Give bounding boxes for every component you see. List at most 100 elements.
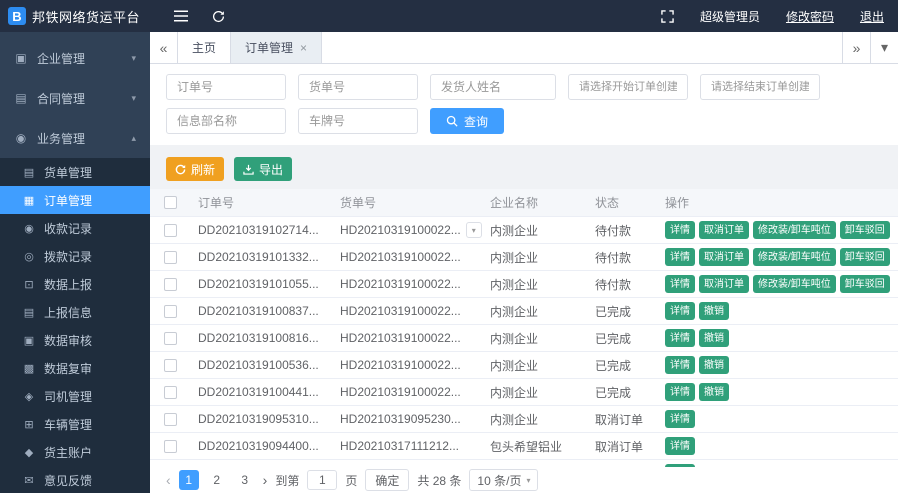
topbar: B 邦铁网络货运平台 超级管理员 修改密码 退出 xyxy=(0,0,898,32)
page-button-2[interactable]: 2 xyxy=(207,470,227,490)
company-cell: 内测企业 xyxy=(482,303,587,320)
close-icon[interactable]: × xyxy=(300,41,307,55)
change-password-link[interactable]: 修改密码 xyxy=(786,8,834,25)
goto-page-input[interactable] xyxy=(307,470,337,490)
export-button[interactable]: 导出 xyxy=(234,157,292,181)
table-row: DD20210319094400... HD20210317111212... … xyxy=(150,433,898,460)
next-page-icon[interactable]: › xyxy=(263,473,268,487)
select-all-checkbox[interactable] xyxy=(164,196,177,209)
row-checkbox[interactable] xyxy=(164,386,177,399)
detail-button[interactable]: 详情 xyxy=(665,356,695,374)
sidebar-item-waybill-management[interactable]: ▤ 货单管理 xyxy=(0,158,150,186)
sidebar-collapse-icon[interactable] xyxy=(174,10,188,22)
search-button[interactable]: 查询 xyxy=(430,108,504,134)
page-button-1[interactable]: 1 xyxy=(179,470,199,490)
company-cell: 内测企业 xyxy=(482,276,587,293)
menu-label: 企业管理 xyxy=(37,50,85,67)
revoke-button[interactable]: 撤销 xyxy=(699,329,729,347)
goto-label: 到第 xyxy=(275,472,299,489)
row-checkbox[interactable] xyxy=(164,278,177,291)
unload-reject-button[interactable]: 卸车驳回 xyxy=(840,221,890,239)
modify-tonnage-button[interactable]: 修改装/卸车吨位 xyxy=(753,248,836,266)
status-cell: 已完成 xyxy=(587,330,657,347)
sidebar-item-reported-info[interactable]: ▤ 上报信息 xyxy=(0,298,150,326)
start-time-input[interactable] xyxy=(568,74,688,100)
sidebar-item-shipper-account[interactable]: ◆ 货主账户 xyxy=(0,438,150,466)
waybill-no-cell: HD20210319100022... xyxy=(332,304,482,318)
revoke-button[interactable]: 撤销 xyxy=(699,302,729,320)
end-time-input[interactable] xyxy=(700,74,820,100)
refresh-page-icon[interactable] xyxy=(212,10,225,23)
refresh-button[interactable]: 刷新 xyxy=(166,157,224,181)
waybill-no-input[interactable] xyxy=(298,74,418,100)
info-dept-input[interactable] xyxy=(166,108,286,134)
unload-reject-button[interactable]: 卸车驳回 xyxy=(840,248,890,266)
prev-page-icon[interactable]: ‹ xyxy=(166,473,171,487)
status-cell: 待付款 xyxy=(587,276,657,293)
detail-button[interactable]: 详情 xyxy=(665,275,695,293)
row-checkbox[interactable] xyxy=(164,359,177,372)
cancel-order-button[interactable]: 取消订单 xyxy=(699,221,749,239)
tabs-scroll-left-icon[interactable]: « xyxy=(150,32,178,63)
fullscreen-icon[interactable] xyxy=(661,10,674,23)
waybill-no-cell: HD20210319100022... ▾ xyxy=(332,222,482,238)
sidebar-item-data-audit[interactable]: ▣ 数据审核 xyxy=(0,326,150,354)
sidebar-item-contract-management[interactable]: ▤ 合同管理 ▾ xyxy=(0,78,150,118)
goto-confirm-button[interactable]: 确定 xyxy=(365,469,409,491)
menu-label: 拨款记录 xyxy=(44,248,92,265)
sidebar-item-business-management[interactable]: ◉ 业务管理 ▴ xyxy=(0,118,150,158)
plate-no-input[interactable] xyxy=(298,108,418,134)
modify-tonnage-button[interactable]: 修改装/卸车吨位 xyxy=(753,221,836,239)
row-checkbox[interactable] xyxy=(164,305,177,318)
tabs-dropdown-icon[interactable]: ▾ xyxy=(870,32,898,63)
actions-cell: 详情 取消订单 修改装/卸车吨位 卸车驳回 xyxy=(657,275,898,293)
shipper-name-input[interactable] xyxy=(430,74,556,100)
tab-home[interactable]: 主页 xyxy=(178,32,231,63)
page-button-3[interactable]: 3 xyxy=(235,470,255,490)
header-waybill-no: 货单号 xyxy=(332,194,482,211)
order-no-cell: DD20210319100536... xyxy=(190,358,332,372)
row-checkbox[interactable] xyxy=(164,413,177,426)
order-no-cell: DD20210319094400... xyxy=(190,439,332,453)
sidebar-item-order-management[interactable]: ▦ 订单管理 xyxy=(0,186,150,214)
chevron-down-icon[interactable]: ▾ xyxy=(466,222,482,238)
logo-icon: B xyxy=(8,7,26,25)
sidebar-item-vehicle-management[interactable]: ⊞ 车辆管理 xyxy=(0,410,150,438)
sidebar-item-data-reporting[interactable]: ⊡ 数据上报 xyxy=(0,270,150,298)
modify-tonnage-button[interactable]: 修改装/卸车吨位 xyxy=(753,275,836,293)
sidebar-item-data-recheck[interactable]: ▩ 数据复审 xyxy=(0,354,150,382)
detail-button[interactable]: 详情 xyxy=(665,248,695,266)
sidebar-item-enterprise-management[interactable]: ▣ 企业管理 ▾ xyxy=(0,38,150,78)
page-size-select[interactable]: 10 条/页 ▾ xyxy=(469,469,538,491)
export-icon xyxy=(243,164,254,175)
sidebar-item-allocation-records[interactable]: ◎ 拨款记录 xyxy=(0,242,150,270)
tabs-scroll-right-icon[interactable]: » xyxy=(842,32,870,63)
revoke-button[interactable]: 撤销 xyxy=(699,383,729,401)
tab-order-management[interactable]: 订单管理 × xyxy=(231,32,322,63)
allocation-records-icon: ◎ xyxy=(22,250,36,263)
detail-button[interactable]: 详情 xyxy=(665,410,695,428)
sidebar-item-feedback[interactable]: ✉ 意见反馈 xyxy=(0,466,150,493)
detail-button[interactable]: 详情 xyxy=(665,329,695,347)
row-checkbox[interactable] xyxy=(164,332,177,345)
row-checkbox[interactable] xyxy=(164,440,177,453)
cancel-order-button[interactable]: 取消订单 xyxy=(699,248,749,266)
sidebar-item-driver-management[interactable]: ◈ 司机管理 xyxy=(0,382,150,410)
detail-button[interactable]: 详情 xyxy=(665,437,695,455)
row-checkbox[interactable] xyxy=(164,251,177,264)
row-checkbox[interactable] xyxy=(164,224,177,237)
order-no-input[interactable] xyxy=(166,74,286,100)
logout-link[interactable]: 退出 xyxy=(860,8,884,25)
feedback-icon: ✉ xyxy=(22,474,36,487)
detail-button[interactable]: 详情 xyxy=(665,302,695,320)
revoke-button[interactable]: 撤销 xyxy=(699,356,729,374)
unload-reject-button[interactable]: 卸车驳回 xyxy=(840,275,890,293)
detail-button[interactable]: 详情 xyxy=(665,383,695,401)
sidebar-item-collection-records[interactable]: ◉ 收款记录 xyxy=(0,214,150,242)
cancel-order-button[interactable]: 取消订单 xyxy=(699,275,749,293)
status-cell: 取消订单 xyxy=(587,411,657,428)
detail-button[interactable]: 详情 xyxy=(665,221,695,239)
contract-management-icon: ▤ xyxy=(14,91,28,105)
tab-label: 订单管理 xyxy=(245,39,293,56)
menu-label: 司机管理 xyxy=(44,388,92,405)
